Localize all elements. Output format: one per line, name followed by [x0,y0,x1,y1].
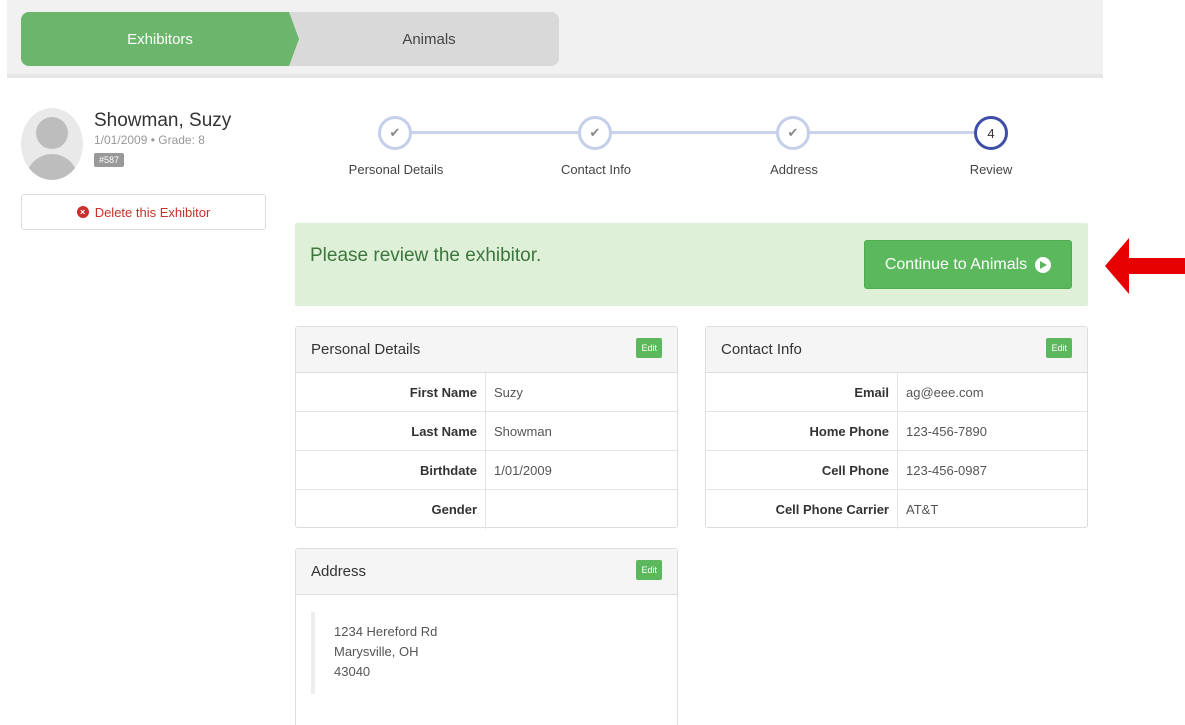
field-value [486,490,494,529]
edit-contact-info-button[interactable]: Edit [1046,338,1072,358]
field-value: Showman [494,423,552,439]
personal-details-title: Personal Details [311,341,421,358]
address-block: 1234 Hereford Rd Marysville, OH 43040 [311,612,662,694]
stepper-track [412,131,978,134]
step-review-circle[interactable]: 4 [974,116,1008,150]
address-header: Address Edit [296,549,677,595]
table-row: Gender [296,490,677,529]
field-label: Last Name [296,412,486,450]
field-value: ag@eee.com [906,384,984,400]
address-panel: Address Edit 1234 Hereford Rd Marysville… [295,548,678,725]
field-label: First Name [296,373,486,411]
table-row: Birthdate 1/01/2009 [296,451,677,490]
contact-info-title: Contact Info [721,341,802,358]
step-address-label[interactable]: Address [724,162,864,177]
table-row: Cell Phone Carrier AT&T [706,490,1087,529]
delete-exhibitor-label: Delete this Exhibitor [94,204,211,220]
field-label: Cell Phone [706,451,898,489]
field-label: Home Phone [706,412,898,450]
edit-personal-details-button[interactable]: Edit [636,338,662,358]
field-label: Cell Phone Carrier [706,490,898,529]
field-label: Email [706,373,898,411]
step-contact-info-label[interactable]: Contact Info [526,162,666,177]
table-row: Home Phone 123-456-7890 [706,412,1087,451]
field-value: 123-456-0987 [906,462,987,478]
remove-circle-icon: × [76,206,89,218]
step-review-label[interactable]: Review [921,162,1061,177]
exhibitor-name: Showman, Suzy [94,110,232,131]
tab-animals[interactable]: Animals [287,12,559,66]
address-line-2: Marysville, OH [334,644,419,659]
review-alert-text: Please review the exhibitor. [310,245,542,266]
step-personal-details-circle[interactable]: ✔ [378,116,412,150]
table-row: First Name Suzy [296,373,677,412]
personal-details-header: Personal Details Edit [296,327,677,373]
step-contact-info-circle[interactable]: ✔ [578,116,612,150]
table-row: Cell Phone 123-456-0987 [706,451,1087,490]
table-row: Email ag@eee.com [706,373,1087,412]
address-body: 1234 Hereford Rd Marysville, OH 43040 [296,595,677,711]
field-label: Birthdate [296,451,486,489]
contact-info-header: Contact Info Edit [706,327,1087,373]
edit-address-button[interactable]: Edit [636,560,662,580]
continue-to-animals-button[interactable]: Continue to Animals [864,240,1072,289]
top-tab-bar: Exhibitors Animals [7,0,1103,78]
tab-exhibitors[interactable]: Exhibitors [21,12,299,66]
address-line-3: 43040 [334,664,371,679]
step-number: 4 [987,125,995,141]
contact-info-panel: Contact Info Edit Email ag@eee.com Home … [705,326,1088,529]
exhibitor-meta: 1/01/2009 • Grade: 8 [94,133,205,147]
field-value: 123-456-7890 [906,423,987,439]
field-value: 1/01/2009 [494,462,552,478]
field-value: AT&T [906,502,939,517]
arrow-right-circle-icon [1035,256,1052,273]
personal-details-panel: Personal Details Edit First Name Suzy La… [295,326,678,529]
red-pointer-arrow-icon [1105,238,1185,294]
avatar-body-icon [26,154,78,180]
address-line-1: 1234 Hereford Rd [334,624,438,639]
field-value: Suzy [494,384,523,400]
avatar [21,108,83,180]
field-label: Gender [296,490,486,529]
step-address-circle[interactable]: ✔ [776,116,810,150]
check-icon: ✔ [589,125,601,140]
check-icon: ✔ [787,125,799,140]
check-icon: ✔ [389,125,401,140]
delete-exhibitor-button[interactable]: × Delete this Exhibitor [21,194,266,230]
table-row: Last Name Showman [296,412,677,451]
review-alert: Please review the exhibitor. Continue to… [295,223,1088,306]
step-personal-details-label[interactable]: Personal Details [326,162,466,177]
exhibitor-id-badge: #587 [94,153,125,167]
avatar-head-icon [36,117,68,149]
continue-label: Continue to Animals [884,255,1028,273]
address-title: Address [311,563,367,580]
